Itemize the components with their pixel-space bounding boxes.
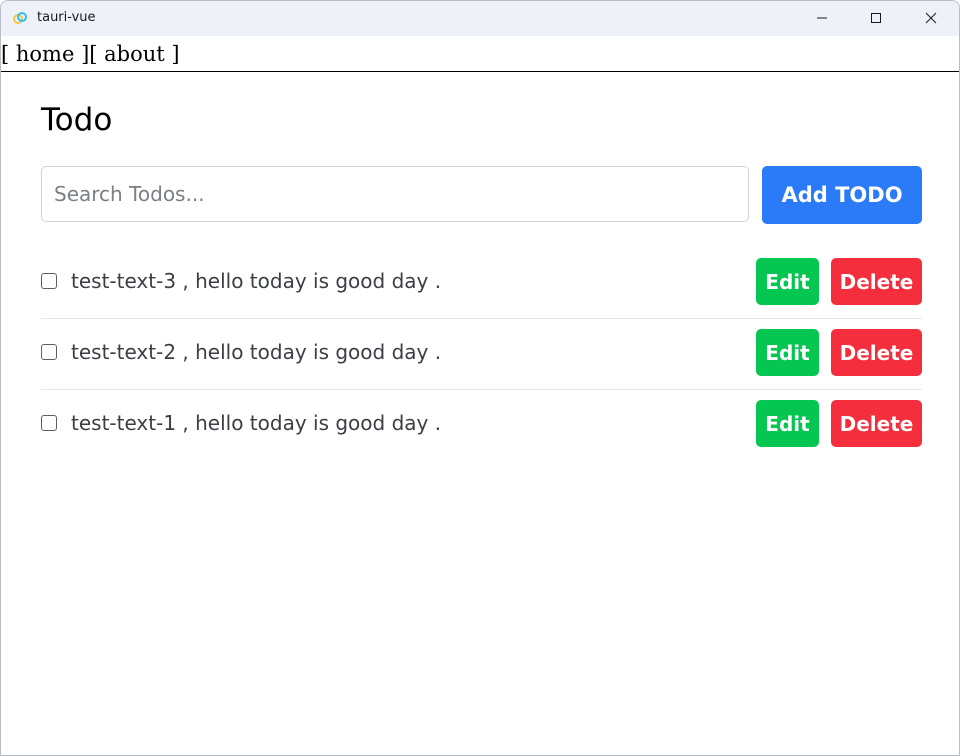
nav-link-home[interactable]: home <box>16 42 75 66</box>
search-input[interactable] <box>41 166 749 222</box>
delete-button[interactable]: Delete <box>831 258 922 305</box>
todo-text: test-text-1 , hello today is good day . <box>71 411 442 435</box>
window-title: tauri-vue <box>37 10 96 25</box>
todo-checkbox[interactable] <box>41 415 57 431</box>
todo-item: test-text-2 , hello today is good day . … <box>41 319 922 390</box>
todo-text: test-text-3 , hello today is good day . <box>71 269 442 293</box>
nav-link-about[interactable]: about <box>104 42 165 66</box>
close-button[interactable] <box>908 1 954 36</box>
app-window: tauri-vue [ home ][ about ] Todo Add TOD… <box>0 0 960 756</box>
todo-text: test-text-2 , hello today is good day . <box>71 340 442 364</box>
tauri-icon <box>12 10 28 26</box>
add-todo-button[interactable]: Add TODO <box>762 166 922 224</box>
todo-checkbox[interactable] <box>41 344 57 360</box>
todo-item: test-text-1 , hello today is good day . … <box>41 390 922 460</box>
close-icon <box>925 9 937 28</box>
maximize-button[interactable] <box>853 1 899 36</box>
todo-item: test-text-3 , hello today is good day . … <box>41 248 922 319</box>
nav-bar: [ home ][ about ] <box>1 36 959 72</box>
minimize-button[interactable] <box>799 1 845 36</box>
nav-bracket: ] <box>164 42 180 66</box>
todo-checkbox[interactable] <box>41 273 57 289</box>
nav-bracket: [ <box>1 42 16 66</box>
title-bar[interactable]: tauri-vue <box>1 1 959 36</box>
delete-button[interactable]: Delete <box>831 329 922 376</box>
delete-button[interactable]: Delete <box>831 400 922 447</box>
edit-button[interactable]: Edit <box>756 400 819 447</box>
maximize-icon <box>870 9 882 28</box>
page-title: Todo <box>41 102 113 138</box>
minimize-icon <box>816 9 828 28</box>
nav-separator: ][ <box>74 42 105 66</box>
edit-button[interactable]: Edit <box>756 258 819 305</box>
todo-list: test-text-3 , hello today is good day . … <box>41 248 922 460</box>
edit-button[interactable]: Edit <box>756 329 819 376</box>
